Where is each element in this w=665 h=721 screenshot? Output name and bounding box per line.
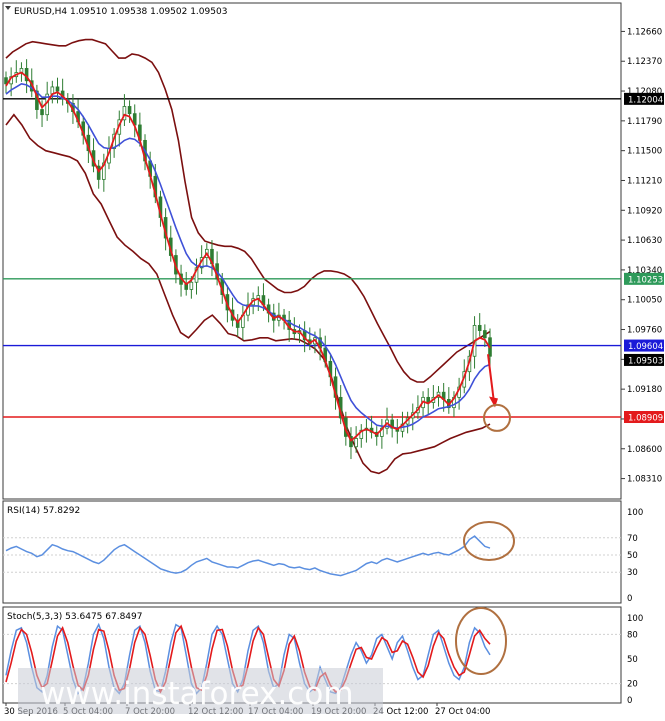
price-tick-label: 1.12370 (627, 57, 662, 67)
rsi-tick-label: 0 (627, 594, 632, 604)
current-price-tag-text: 1.09503 (628, 356, 663, 366)
stoch-tick-label: 80 (627, 630, 638, 640)
price-tick-label: 1.12660 (627, 27, 662, 37)
stoch-title: Stoch(5,3,3) 53.6475 67.8497 (7, 612, 142, 622)
rsi-tick-label: 50 (627, 551, 638, 561)
watermark: www.instaforex.com (18, 668, 383, 714)
price-tick-label: 1.08600 (627, 445, 662, 455)
forex-chart: 1.126601.123701.120801.117901.115001.112… (0, 0, 665, 721)
candle-body (55, 86, 60, 92)
candle-body (483, 330, 487, 339)
candle-body (477, 325, 482, 331)
stoch-tick-label: 0 (627, 696, 632, 706)
price-tick-label: 1.08310 (627, 475, 662, 485)
time-tick-label: 27 Oct 04:00 (435, 707, 490, 717)
support-1.08909-tag-text: 1.08909 (628, 414, 663, 424)
price-tick-label: 1.10630 (627, 236, 662, 246)
watermark-text: www.instaforex.com (40, 676, 354, 712)
stoch-tick-label: 50 (627, 655, 638, 665)
rsi-tick-label: 70 (627, 534, 638, 544)
price-tick-label: 1.10050 (627, 296, 662, 306)
price-tick-label: 1.10920 (627, 206, 662, 216)
price-tick-label: 1.09760 (627, 326, 662, 336)
stoch-tick-label: 20 (627, 680, 638, 690)
candle-body (40, 109, 44, 116)
price-chart-title: EURUSD,H4 1.09510 1.09538 1.09502 1.0950… (14, 7, 227, 17)
price-tick-label: 1.11500 (627, 147, 662, 157)
candle-body (189, 281, 194, 290)
level-1.09604-tag-text: 1.09604 (628, 342, 663, 352)
resistance-1.12004-tag-text: 1.12004 (628, 95, 663, 105)
price-tick-label: 1.09180 (627, 385, 662, 395)
price-tick-label: 1.11210 (627, 176, 662, 186)
candle-body (127, 106, 132, 115)
rsi-title: RSI(14) 57.8292 (7, 506, 80, 516)
price-tick-label: 1.11790 (627, 117, 662, 127)
candle-body (354, 438, 358, 448)
rsi-tick-label: 100 (627, 508, 643, 518)
resistance-1.10253-tag-text: 1.10253 (628, 275, 663, 285)
rsi-tick-label: 30 (627, 568, 638, 578)
stoch-tick-label: 100 (627, 614, 643, 624)
